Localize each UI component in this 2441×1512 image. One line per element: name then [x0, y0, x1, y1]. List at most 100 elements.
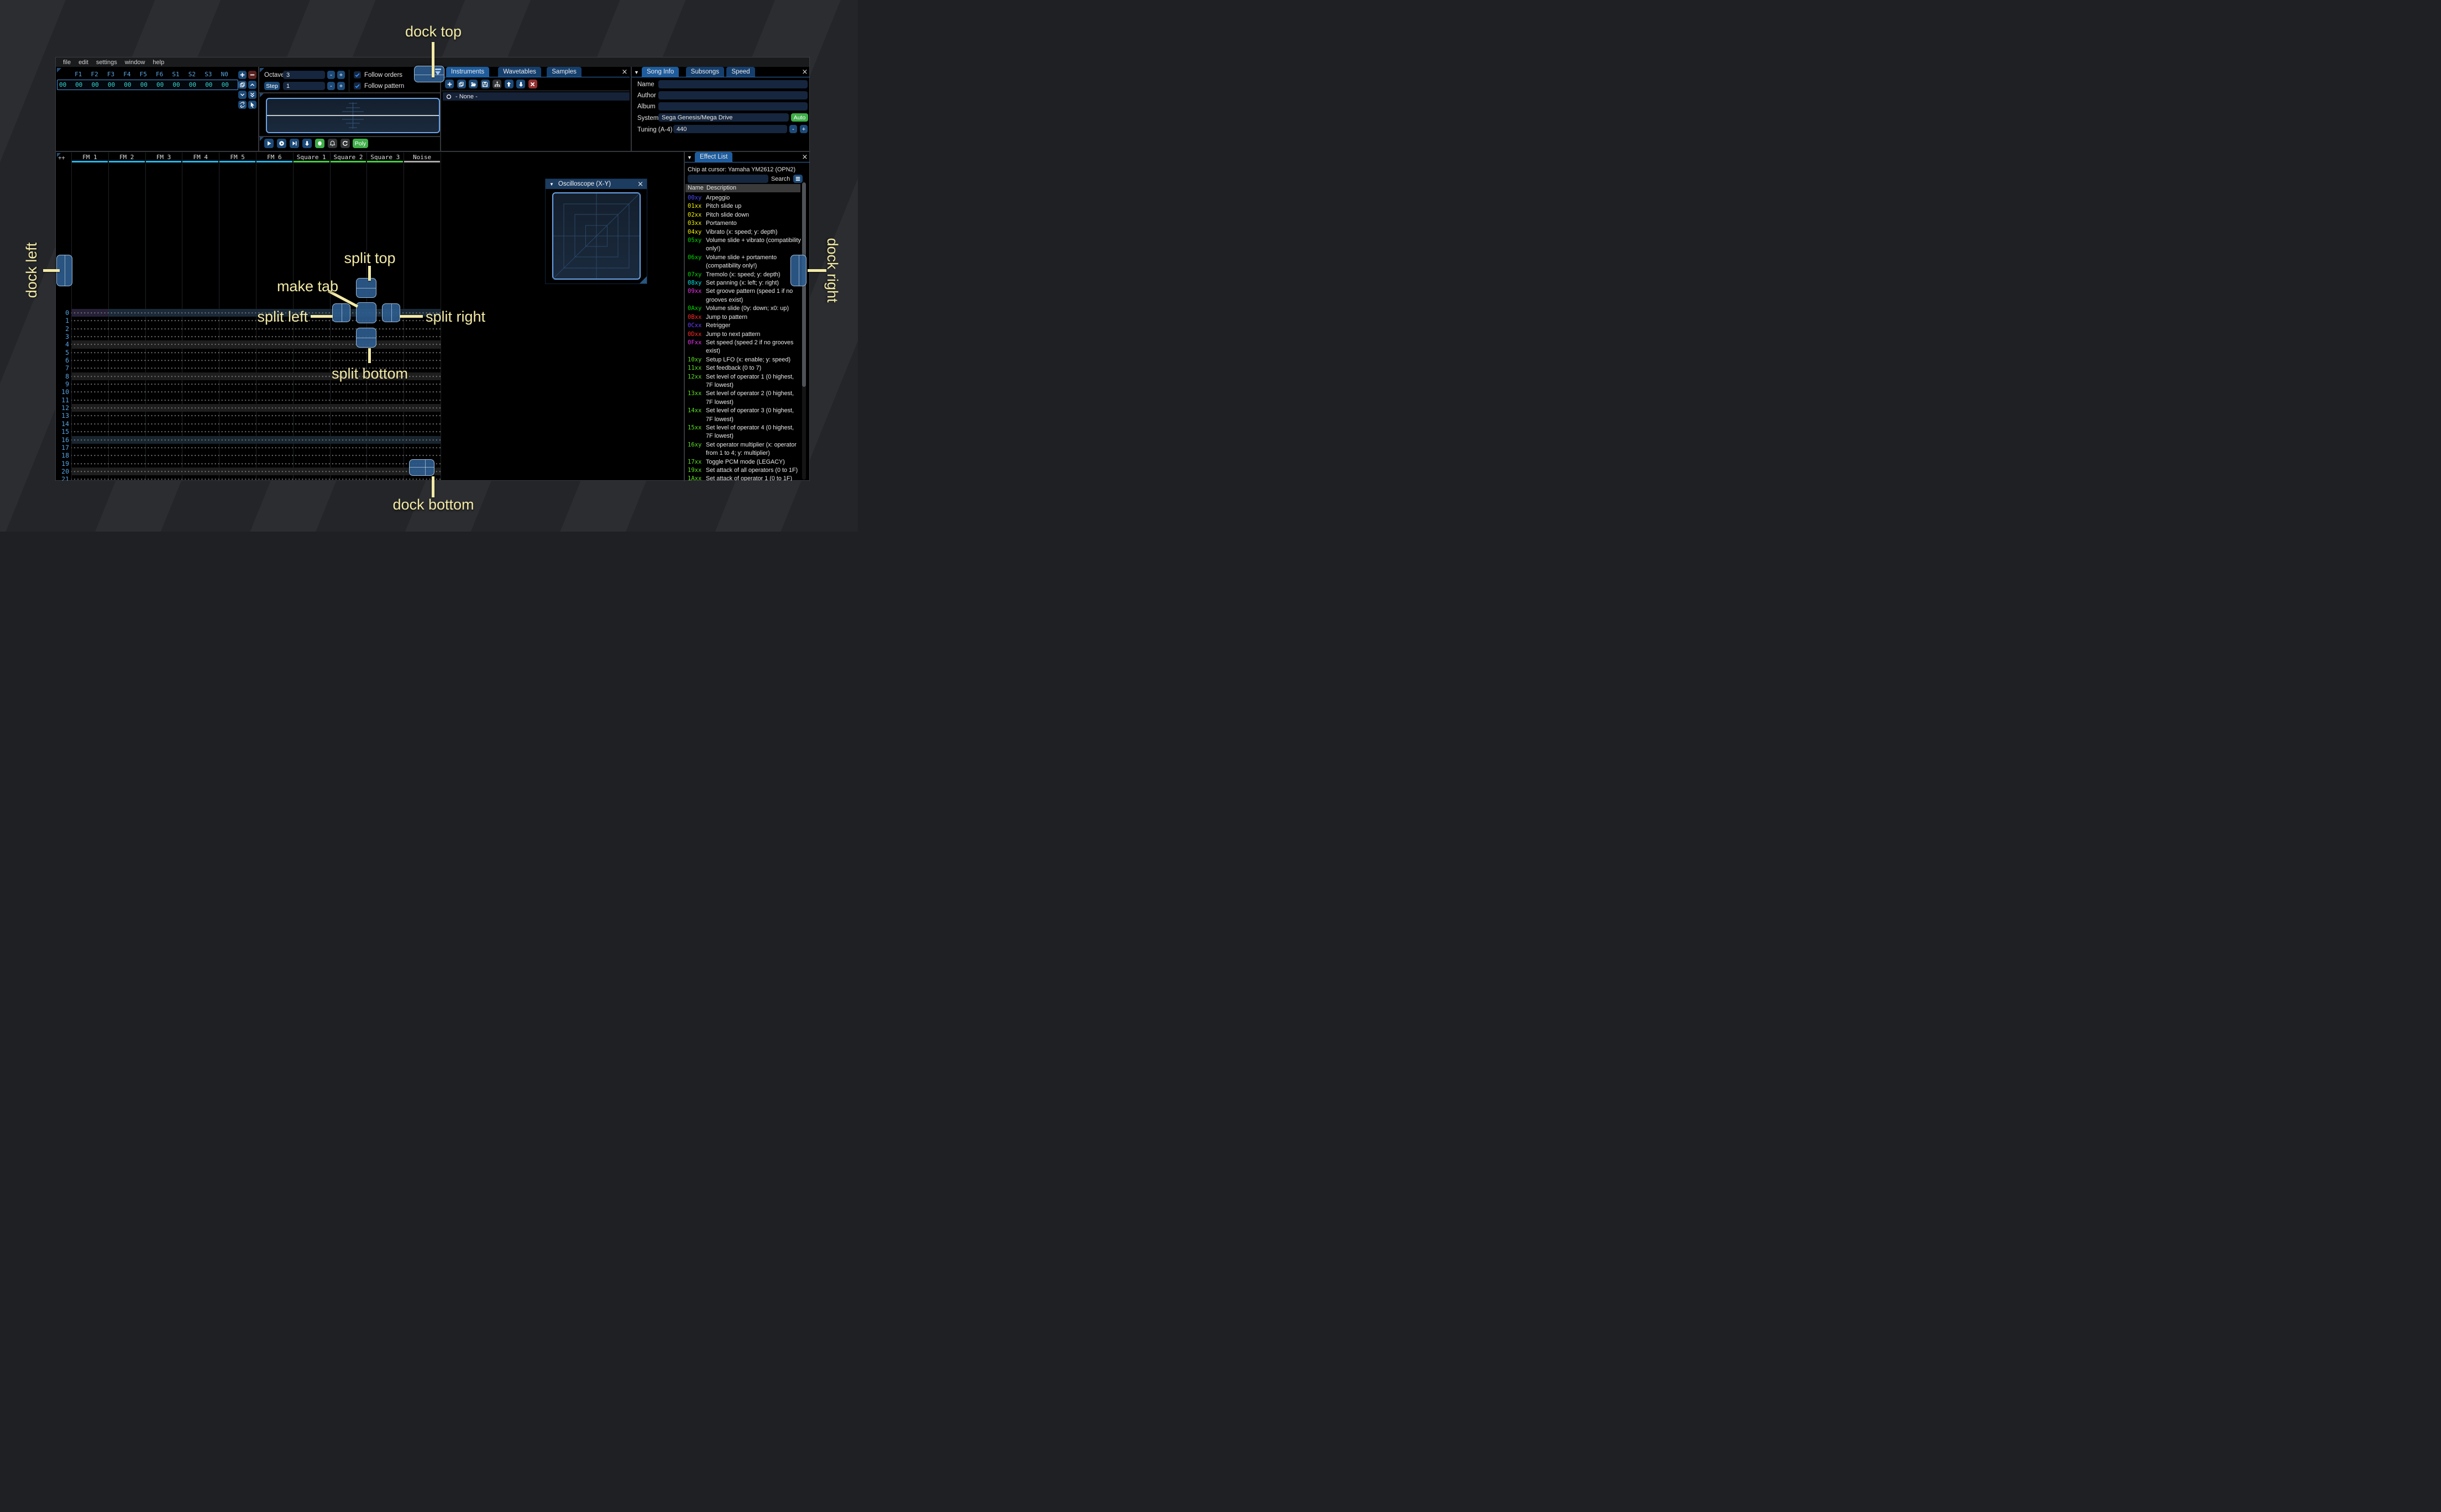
order-cell[interactable]: 00 — [87, 81, 103, 88]
author-input[interactable] — [658, 91, 808, 99]
orders-selected-row[interactable]: 00 00 00 00 00 00 00 00 00 00 00 — [57, 80, 238, 90]
effect-row-01xx[interactable]: 01xx Pitch slide up — [688, 202, 803, 211]
play-pattern-button[interactable] — [277, 139, 286, 148]
effect-list-scrollbar[interactable] — [802, 182, 806, 480]
tab-samples[interactable]: Samples — [547, 67, 582, 77]
channel-header-square-3[interactable]: Square 3 — [366, 153, 404, 164]
auto-system-button[interactable]: Auto — [791, 113, 808, 122]
order-cell[interactable]: 00 — [185, 81, 201, 88]
octave-input[interactable]: 3 — [283, 71, 325, 79]
effect-row-0Axy[interactable]: 0Axy Volume slide (0y: down; x0: up) — [688, 305, 803, 313]
empty-note-cells[interactable] — [71, 396, 441, 405]
effect-row-1Axx[interactable]: 1Axx Set attack of operator 1 (0 to 1F) — [688, 475, 803, 481]
menu-settings[interactable]: settings — [92, 59, 121, 66]
effect-row-14xx[interactable]: 14xx Set level of operator 3 (0 highest, … — [688, 407, 803, 424]
pattern-row-5[interactable]: 5 — [58, 348, 441, 357]
order-cell[interactable]: 00 — [136, 81, 152, 88]
empty-note-cells[interactable] — [71, 412, 441, 420]
add-button[interactable] — [445, 80, 454, 88]
pattern-row-19[interactable]: 19 — [58, 459, 441, 468]
toggle-folders-button[interactable] — [493, 80, 501, 88]
effect-row-11xx[interactable]: 11xx Set feedback (0 to 7) — [688, 364, 803, 372]
move-up-button[interactable] — [504, 80, 514, 88]
empty-note-cells[interactable] — [71, 428, 441, 436]
step-input[interactable]: 1 — [283, 82, 325, 90]
dock-right-target[interactable] — [790, 255, 806, 286]
close-icon[interactable]: × — [801, 68, 809, 76]
empty-note-cells[interactable] — [71, 459, 441, 468]
effect-row-06xy[interactable]: 06xy Volume slide + portamento (compatibi… — [688, 254, 803, 271]
effect-row-10xy[interactable]: 10xy Setup LFO (x: enable; y: speed) — [688, 356, 803, 364]
collapse-arrow-icon[interactable]: ▼ — [549, 182, 554, 187]
channel-header-square-1[interactable]: Square 1 — [293, 153, 330, 164]
order-cell[interactable]: 00 — [217, 81, 233, 88]
empty-note-cells[interactable] — [71, 475, 441, 481]
octave-increase-button[interactable]: + — [337, 71, 345, 79]
pattern-row-21[interactable]: 21 — [58, 475, 441, 481]
close-icon[interactable]: × — [621, 68, 628, 76]
move-down-button[interactable] — [516, 80, 525, 88]
effect-row-08xy[interactable]: 08xy Set panning (x: left; y: right) — [688, 279, 803, 287]
empty-note-cells[interactable] — [71, 443, 441, 452]
split-bottom-target[interactable] — [356, 328, 376, 348]
channel-header-noise[interactable]: Noise — [404, 153, 441, 164]
order-cell[interactable]: 00 — [168, 81, 184, 88]
pattern-row-4[interactable]: 4 — [58, 340, 441, 349]
pattern-row-18[interactable]: 18 — [58, 452, 441, 460]
channel-header-fm-4[interactable]: FM 4 — [182, 153, 219, 164]
pattern-rows[interactable]: 0 1 2 3 4 5 6 7 8 9 10 11 12 13 14 15 16 17 18 19 20 21 — [58, 309, 441, 481]
dock-bottom-target[interactable] — [409, 459, 434, 476]
save-button[interactable] — [480, 80, 490, 88]
collapse-arrow-icon[interactable]: ▼ — [687, 155, 692, 160]
metronome-button[interactable] — [328, 139, 337, 148]
change-all-orders-button[interactable] — [238, 101, 247, 109]
duplicate-button[interactable] — [457, 80, 466, 88]
effect-row-02xx[interactable]: 02xx Pitch slide down — [688, 211, 803, 219]
order-edit-mode-button[interactable] — [248, 101, 256, 109]
order-cell[interactable]: 00 — [119, 81, 135, 88]
play-button[interactable] — [264, 139, 274, 148]
effect-row-16xy[interactable]: 16xy Set operator multiplier (x: operator… — [688, 441, 803, 458]
effect-row-19xx[interactable]: 19xx Set attack of all operators (0 to 1F… — [688, 466, 803, 475]
step-button[interactable]: Step — [264, 82, 280, 90]
effect-row-04xy[interactable]: 04xy Vibrato (x: speed; y: depth) — [688, 228, 803, 237]
effect-row-07xy[interactable]: 07xy Tremolo (x: speed; y: depth) — [688, 271, 803, 279]
split-top-target[interactable] — [356, 278, 376, 298]
channel-header-square-2[interactable]: Square 2 — [330, 153, 367, 164]
splitter[interactable] — [631, 67, 632, 151]
close-icon[interactable]: × — [637, 180, 643, 188]
tuning-decrease-button[interactable]: - — [789, 125, 797, 133]
effect-list-menu-button[interactable] — [793, 175, 803, 183]
pattern-row-3[interactable]: 3 — [58, 333, 441, 341]
system-input[interactable]: Sega Genesis/Mega Drive — [658, 113, 789, 122]
channel-header-fm-1[interactable]: FM 1 — [71, 153, 108, 164]
split-right-target[interactable] — [382, 303, 400, 322]
effect-row-0Dxx[interactable]: 0Dxx Jump to next pattern — [688, 330, 803, 339]
name-input[interactable] — [658, 80, 808, 88]
add-button[interactable] — [238, 71, 247, 79]
close-icon[interactable]: × — [801, 153, 809, 161]
splitter[interactable] — [259, 136, 440, 137]
effect-table-header[interactable]: Name Description — [685, 184, 800, 192]
step-one-row-button[interactable] — [290, 139, 299, 148]
order-cell[interactable]: 00 — [201, 81, 217, 88]
repeat-pattern-button[interactable] — [341, 139, 350, 148]
effect-row-0Bxx[interactable]: 0Bxx Jump to pattern — [688, 313, 803, 322]
dock-top-target[interactable] — [414, 66, 444, 82]
step-decrease-button[interactable]: - — [327, 82, 335, 90]
channel-header-fm-5[interactable]: FM 5 — [219, 153, 256, 164]
pattern-row-15[interactable]: 15 — [58, 428, 441, 436]
pattern-row-20[interactable]: 20 — [58, 467, 441, 476]
effect-row-05xy[interactable]: 05xy Volume slide + vibrato (compatibilit… — [688, 237, 803, 254]
collapse-arrow-icon[interactable]: ▼ — [634, 70, 639, 75]
empty-note-cells[interactable] — [71, 340, 441, 349]
effect-row-03xx[interactable]: 03xx Portamento — [688, 219, 803, 228]
effect-row-12xx[interactable]: 12xx Set level of operator 1 (0 highest, … — [688, 373, 803, 390]
play-from-cursor-button[interactable] — [302, 139, 312, 148]
duplicate-to-end-button[interactable] — [248, 91, 256, 99]
oscilloscope-xy-window[interactable]: ▼ Oscilloscope (X-Y) × — [545, 179, 647, 284]
empty-note-cells[interactable] — [71, 404, 441, 412]
resize-grip[interactable] — [640, 276, 647, 284]
pattern-row-10[interactable]: 10 — [58, 388, 441, 396]
pattern-row-17[interactable]: 17 — [58, 443, 441, 452]
